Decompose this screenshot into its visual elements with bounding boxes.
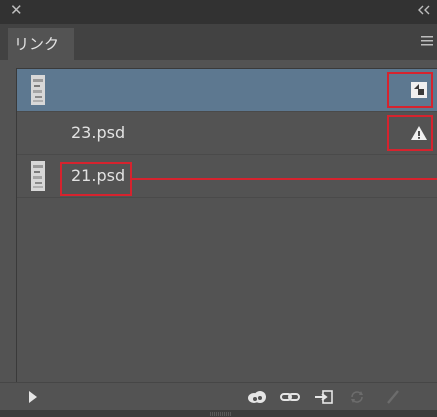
resize-grip-icon[interactable] — [208, 412, 234, 416]
creative-cloud-icon[interactable] — [246, 389, 268, 405]
highlight-box-filename — [60, 162, 132, 196]
close-icon[interactable]: ✕ — [10, 3, 24, 18]
update-link-icon[interactable] — [348, 389, 366, 405]
tab-links[interactable]: リンク — [8, 28, 74, 60]
panel-menu-icon[interactable] — [421, 35, 433, 47]
link-row-1[interactable] — [17, 69, 437, 112]
links-panel: ✕ リンク 23.psd 21.psd — [0, 0, 437, 417]
image-thumbnail — [31, 75, 45, 105]
link-row-2[interactable]: 23.psd — [17, 112, 437, 155]
collapse-panel-icon[interactable] — [417, 4, 431, 16]
panel-titlebar: ✕ — [0, 0, 437, 24]
edit-original-icon[interactable] — [384, 389, 402, 405]
link-filename: 23.psd — [71, 123, 126, 142]
tab-row: リンク — [0, 24, 437, 60]
play-icon[interactable] — [24, 389, 42, 405]
go-to-link-icon[interactable] — [314, 389, 334, 405]
highlight-box-status-1 — [387, 72, 433, 108]
bottom-toolbar — [0, 382, 437, 411]
highlight-leader-line — [132, 178, 437, 180]
links-list: 23.psd 21.psd — [16, 68, 437, 383]
highlight-box-status-2 — [387, 115, 433, 151]
image-thumbnail — [31, 161, 45, 191]
relink-icon[interactable] — [280, 389, 300, 405]
